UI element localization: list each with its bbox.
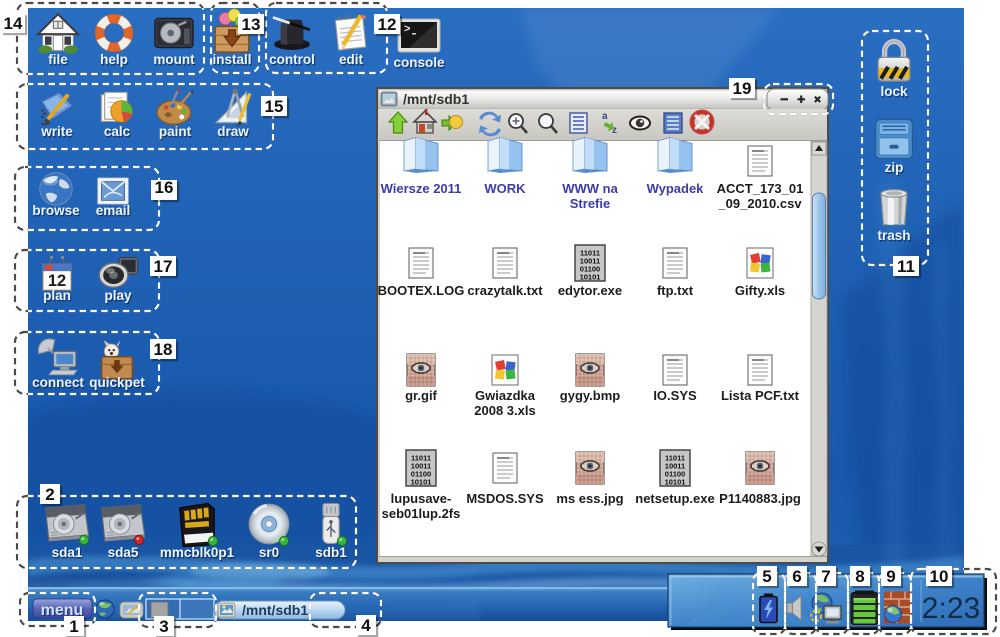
svg-text:6: 6 <box>792 567 801 586</box>
svg-text:quickpet: quickpet <box>89 375 145 390</box>
svg-text:Wiersze 2011: Wiersze 2011 <box>381 181 462 196</box>
svg-text:Lista PCF.txt: Lista PCF.txt <box>721 388 800 403</box>
svg-text:4: 4 <box>361 616 371 635</box>
svg-text:3: 3 <box>159 617 168 636</box>
svg-text:console: console <box>393 55 445 70</box>
svg-text:install: install <box>212 52 251 67</box>
svg-text:file: file <box>48 52 68 67</box>
svg-text:18: 18 <box>154 340 173 359</box>
svg-text:crazytalk.txt: crazytalk.txt <box>467 283 543 298</box>
svg-text:paint: paint <box>159 124 192 139</box>
svg-text:MSDOS.SYS: MSDOS.SYS <box>466 491 544 506</box>
svg-text:15: 15 <box>265 97 284 116</box>
svg-text:WORK: WORK <box>484 181 526 196</box>
svg-text:ACCT_173_01: ACCT_173_01 <box>717 181 804 196</box>
svg-text:7: 7 <box>821 567 830 586</box>
svg-text:17: 17 <box>154 257 173 276</box>
svg-text:Gwiazdka: Gwiazdka <box>475 388 536 403</box>
svg-text:Strefie: Strefie <box>570 196 610 211</box>
svg-text:connect: connect <box>32 375 84 390</box>
svg-text:IO.SYS: IO.SYS <box>653 388 697 403</box>
svg-text:ftp.txt: ftp.txt <box>657 283 694 298</box>
svg-text:12: 12 <box>378 15 397 34</box>
svg-text:mount: mount <box>153 52 195 67</box>
svg-text:sda5: sda5 <box>108 545 139 560</box>
svg-text:BOOTEX.LOG: BOOTEX.LOG <box>378 283 465 298</box>
svg-text:13: 13 <box>242 15 261 34</box>
svg-text:WWW na: WWW na <box>562 181 618 196</box>
svg-text:seb01lup.2fs: seb01lup.2fs <box>382 506 461 521</box>
svg-text:Gifty.xls: Gifty.xls <box>735 283 785 298</box>
svg-text:2008 3.xls: 2008 3.xls <box>474 403 535 418</box>
svg-text:9: 9 <box>886 567 895 586</box>
svg-text:1: 1 <box>69 617 78 636</box>
svg-text:mmcblk0p1: mmcblk0p1 <box>160 545 235 560</box>
svg-text:11: 11 <box>897 257 915 276</box>
svg-text:browse: browse <box>32 203 80 218</box>
svg-text:P1140883.jpg: P1140883.jpg <box>719 491 801 506</box>
svg-text:lock: lock <box>880 84 908 99</box>
svg-text:edit: edit <box>339 52 364 67</box>
svg-text:netsetup.exe: netsetup.exe <box>635 491 714 506</box>
svg-text:/mnt/sdb1: /mnt/sdb1 <box>403 91 469 107</box>
svg-text:trash: trash <box>877 228 910 243</box>
svg-text:plan: plan <box>43 288 71 303</box>
svg-text:19: 19 <box>733 79 752 98</box>
svg-text:zip: zip <box>885 160 904 175</box>
svg-text:write: write <box>40 124 73 139</box>
svg-text:gr.gif: gr.gif <box>405 388 437 403</box>
svg-text:email: email <box>96 203 131 218</box>
svg-text:a: a <box>602 111 608 122</box>
svg-text:2:23: 2:23 <box>922 592 980 625</box>
svg-text:lupusave-: lupusave- <box>391 491 452 506</box>
svg-text:control: control <box>269 52 315 67</box>
svg-text:draw: draw <box>217 124 249 139</box>
svg-text:play: play <box>104 288 132 303</box>
svg-text:14: 14 <box>4 14 23 33</box>
svg-text:help: help <box>100 52 128 67</box>
svg-text:edytor.exe: edytor.exe <box>558 283 622 298</box>
svg-text:10: 10 <box>930 567 949 586</box>
svg-text:sdb1: sdb1 <box>315 545 347 560</box>
svg-text:ms ess.jpg: ms ess.jpg <box>556 491 623 506</box>
svg-text:sr0: sr0 <box>259 545 279 560</box>
svg-text:_09_2010.csv: _09_2010.csv <box>717 196 802 211</box>
svg-text:16: 16 <box>155 178 174 197</box>
svg-text:sda1: sda1 <box>52 545 83 560</box>
svg-text:calc: calc <box>104 124 131 139</box>
svg-text:2: 2 <box>45 485 54 504</box>
svg-text:gygy.bmp: gygy.bmp <box>560 388 620 403</box>
svg-text:/mnt/sdb1: /mnt/sdb1 <box>242 602 308 618</box>
svg-text:8: 8 <box>855 567 864 586</box>
svg-text:5: 5 <box>762 567 771 586</box>
svg-text:Wypadek: Wypadek <box>647 181 705 196</box>
